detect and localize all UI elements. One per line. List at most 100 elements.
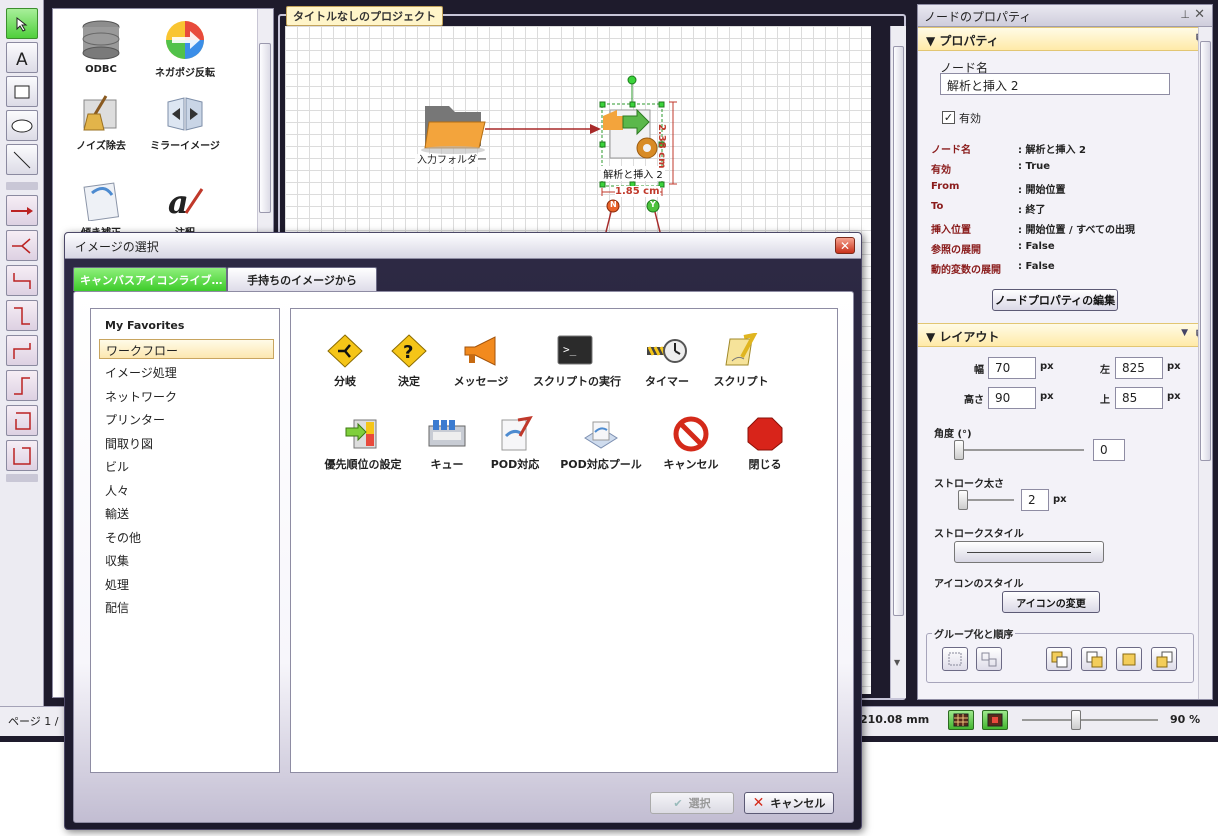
loop-connector-tool-1[interactable] bbox=[6, 405, 38, 436]
category-item[interactable]: イメージ処理 bbox=[99, 362, 274, 382]
zoom-slider-thumb[interactable] bbox=[1071, 710, 1082, 730]
elbow-connector-tool-1[interactable] bbox=[6, 265, 38, 296]
snap-toggle-button[interactable] bbox=[982, 710, 1008, 730]
ungroup-button[interactable] bbox=[976, 647, 1002, 671]
branch-connector-tool[interactable] bbox=[6, 230, 38, 261]
category-item[interactable]: 輸送 bbox=[99, 503, 274, 523]
group-button[interactable] bbox=[942, 647, 968, 671]
palette-item-mirror[interactable]: ミラーイメージ bbox=[145, 94, 225, 152]
width-input[interactable]: 70 bbox=[988, 357, 1036, 379]
line-tool[interactable] bbox=[6, 144, 38, 175]
icon-item-message[interactable]: メッセージ bbox=[439, 333, 523, 389]
terminal-icon: >_ bbox=[557, 335, 593, 365]
decision-icon: ? bbox=[391, 334, 427, 368]
height-input[interactable]: 90 bbox=[988, 387, 1036, 409]
send-backward-icon bbox=[1122, 653, 1136, 666]
zoom-slider-track[interactable] bbox=[1022, 719, 1158, 721]
top-input[interactable]: 85 bbox=[1115, 387, 1163, 409]
prop-row-key: ノード名 bbox=[931, 145, 971, 156]
close-icon[interactable]: ✕ bbox=[1194, 7, 1205, 22]
category-item[interactable]: ネットワーク bbox=[99, 386, 274, 406]
elbow-connector-icon bbox=[13, 342, 31, 359]
icon-item-cancel[interactable]: キャンセル bbox=[649, 416, 733, 472]
edit-node-properties-button[interactable]: ノードプロパティの編集 bbox=[992, 289, 1118, 311]
text-tool[interactable]: A bbox=[6, 42, 38, 73]
properties-section-header[interactable]: ▼ プロパティ ⧉ bbox=[918, 27, 1212, 51]
send-to-back-button[interactable] bbox=[1151, 647, 1177, 671]
category-item[interactable]: 収集 bbox=[99, 550, 274, 570]
select-button[interactable]: ✔ 選択 bbox=[650, 792, 734, 814]
tool-strip: A bbox=[0, 0, 44, 706]
dialog-close-button[interactable]: ✕ bbox=[835, 237, 855, 254]
category-item[interactable]: ワークフロー bbox=[99, 339, 274, 359]
tab-own-images[interactable]: 手持ちのイメージから bbox=[227, 267, 377, 291]
palette-item-odbc[interactable]: ODBC bbox=[61, 19, 141, 75]
icon-item-script[interactable]: スクリプト bbox=[699, 333, 783, 389]
palette-item-annotation[interactable]: a 注釈 bbox=[145, 179, 225, 239]
stroke-width-input[interactable]: 2 bbox=[1021, 489, 1049, 511]
group-icon bbox=[948, 652, 962, 666]
check-icon: ✔ bbox=[673, 796, 683, 810]
change-icon-button[interactable]: アイコンの変更 bbox=[1002, 591, 1100, 613]
grid-toggle-button[interactable] bbox=[948, 710, 974, 730]
category-item[interactable]: ビル bbox=[99, 456, 274, 476]
tab-canvas-icon-library[interactable]: キャンバスアイコンライブ… bbox=[73, 267, 227, 291]
loop-connector-icon bbox=[15, 411, 31, 430]
category-item[interactable]: 間取り図 bbox=[99, 433, 274, 453]
loop-connector-tool-2[interactable] bbox=[6, 440, 38, 471]
cancel-button[interactable]: ✕ キャンセル bbox=[744, 792, 834, 814]
rectangle-tool[interactable] bbox=[6, 76, 38, 107]
stroke-style-selector[interactable] bbox=[954, 541, 1104, 563]
icon-item-pod-pool[interactable]: POD対応プール bbox=[559, 416, 643, 472]
scroll-down-icon[interactable]: ▼ bbox=[894, 658, 900, 667]
category-item[interactable]: 処理 bbox=[99, 574, 274, 594]
properties-scroll-thumb[interactable] bbox=[1200, 41, 1211, 461]
stroke-slider-thumb[interactable] bbox=[958, 490, 968, 510]
ellipse-tool[interactable] bbox=[6, 110, 38, 141]
elbow-connector-tool-2[interactable] bbox=[6, 300, 38, 331]
palette-item-denoise[interactable]: ノイズ除去 bbox=[61, 94, 141, 152]
layout-section-header[interactable]: ▼ レイアウト ▼ ⧉ bbox=[918, 323, 1212, 347]
dropdown-icon[interactable]: ▼ bbox=[1181, 328, 1188, 338]
angle-input[interactable]: 0 bbox=[1093, 439, 1125, 461]
pointer-tool[interactable] bbox=[6, 8, 38, 39]
canvas-scroll-thumb[interactable] bbox=[893, 46, 904, 616]
elbow-connector-tool-3[interactable] bbox=[6, 335, 38, 366]
bring-forward-button[interactable] bbox=[1081, 647, 1107, 671]
arrow-connector-tool[interactable] bbox=[6, 195, 38, 226]
icon-item-priority[interactable]: 優先順位の設定 bbox=[321, 416, 405, 472]
icon-item-timer[interactable]: タイマー bbox=[625, 333, 709, 389]
palette-item-deskew[interactable]: 傾き補正 bbox=[61, 179, 141, 239]
icon-item-pod[interactable]: POD対応 bbox=[473, 416, 557, 472]
enabled-checkbox[interactable]: ✓ bbox=[942, 111, 955, 124]
canvas-vertical-scrollbar[interactable]: ▼ bbox=[890, 26, 906, 698]
angle-slider-thumb[interactable] bbox=[954, 440, 964, 460]
stroke-width-label: ストローク太さ bbox=[934, 479, 1004, 490]
left-input[interactable]: 825 bbox=[1115, 357, 1163, 379]
svg-text:?: ? bbox=[403, 342, 413, 363]
bring-to-front-button[interactable] bbox=[1046, 647, 1072, 671]
input-folder-node[interactable] bbox=[421, 106, 486, 154]
palette-scroll-thumb[interactable] bbox=[259, 43, 271, 213]
elbow-connector-tool-4[interactable] bbox=[6, 370, 38, 401]
pod-icon bbox=[501, 416, 533, 451]
icon-item-run-script[interactable]: >_ スクリプトの実行 bbox=[533, 333, 621, 389]
pin-icon[interactable]: ⊥ bbox=[1180, 8, 1190, 21]
palette-item-negative[interactable]: ネガポジ反転 bbox=[145, 19, 225, 79]
category-item[interactable]: プリンター bbox=[99, 409, 274, 429]
port-n-label: N bbox=[610, 200, 617, 209]
angle-slider-track[interactable] bbox=[958, 449, 1084, 451]
category-item[interactable]: 配信 bbox=[99, 597, 274, 617]
elbow-connector-icon bbox=[14, 376, 30, 395]
icon-item-close[interactable]: 閉じる bbox=[723, 416, 807, 472]
collapse-icon[interactable]: ▼ bbox=[926, 330, 939, 344]
collapse-icon[interactable]: ▼ bbox=[926, 34, 939, 48]
node-name-input[interactable]: 解析と挿入 2 bbox=[940, 73, 1170, 95]
pointer-icon bbox=[16, 16, 28, 32]
category-item[interactable]: 人々 bbox=[99, 480, 274, 500]
port-y-label: Y bbox=[650, 200, 656, 209]
properties-scrollbar[interactable] bbox=[1198, 27, 1212, 699]
category-favorites[interactable]: My Favorites bbox=[99, 317, 274, 337]
send-backward-button[interactable] bbox=[1116, 647, 1142, 671]
category-item[interactable]: その他 bbox=[99, 527, 274, 547]
